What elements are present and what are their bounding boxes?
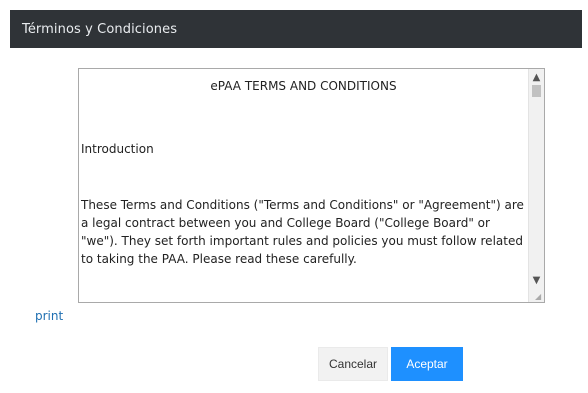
vertical-scrollbar[interactable]: ▲ ▼ xyxy=(528,69,544,302)
resize-grip-icon[interactable]: ◢ xyxy=(535,293,543,301)
terms-textarea[interactable]: ePAA TERMS AND CONDITIONS Introduction T… xyxy=(78,68,545,303)
dialog-title: Términos y Condiciones xyxy=(22,21,178,37)
terms-intro-label: Introduction xyxy=(81,142,154,156)
terms-content: ePAA TERMS AND CONDITIONS Introduction T… xyxy=(81,69,526,268)
print-link[interactable]: print xyxy=(35,309,63,323)
terms-dialog: Términos y Condiciones ePAA TERMS AND CO… xyxy=(0,0,588,393)
dialog-titlebar: Términos y Condiciones xyxy=(10,10,582,48)
chevron-down-icon[interactable]: ▼ xyxy=(529,272,544,288)
cancel-button[interactable]: Cancelar xyxy=(318,347,388,381)
scrollbar-thumb[interactable] xyxy=(532,85,541,97)
chevron-up-icon[interactable]: ▲ xyxy=(529,69,544,85)
terms-heading: ePAA TERMS AND CONDITIONS xyxy=(210,79,397,93)
terms-paragraph: These Terms and Conditions ("Terms and C… xyxy=(81,198,524,266)
accept-button[interactable]: Aceptar xyxy=(391,347,463,381)
